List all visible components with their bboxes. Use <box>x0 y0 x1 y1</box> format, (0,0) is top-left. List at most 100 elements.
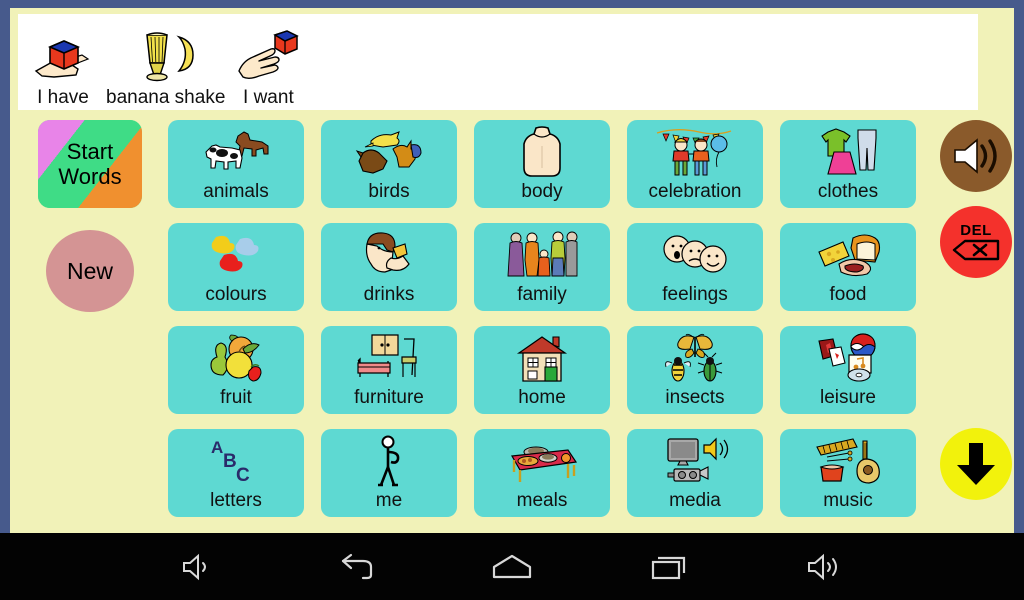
table-with-plates-icon <box>474 429 610 489</box>
category-cell-animals[interactable]: animals <box>168 120 304 208</box>
category-label: food <box>829 284 867 305</box>
recents-button[interactable] <box>634 542 704 592</box>
bed-chair-wardrobe-icon <box>321 326 457 386</box>
sentence-item-label: banana shake <box>106 87 226 108</box>
back-arrow-icon <box>342 553 373 579</box>
category-cell-family[interactable]: family <box>474 223 610 311</box>
category-cell-furniture[interactable]: furniture <box>321 326 457 414</box>
category-label: meals <box>516 490 568 511</box>
category-cell-food[interactable]: food <box>780 223 916 311</box>
category-cell-colours[interactable]: colours <box>168 223 304 311</box>
category-label: drinks <box>363 284 415 305</box>
tv-camcorder-icon <box>627 429 763 489</box>
horse-cow-icon <box>168 120 304 180</box>
category-cell-music[interactable]: music <box>780 429 916 517</box>
category-cell-leisure[interactable]: leisure <box>780 326 916 414</box>
category-cell-media[interactable]: media <box>627 429 763 517</box>
category-label: home <box>518 387 566 408</box>
category-label: fruit <box>220 387 252 408</box>
category-label: family <box>517 284 567 305</box>
category-label: insects <box>665 387 725 408</box>
ball-cards-cd-icon <box>780 326 916 386</box>
category-grid: animals birds body celebration clothes c… <box>168 120 916 517</box>
category-label: me <box>375 490 403 511</box>
new-button-label: New <box>66 257 113 284</box>
category-cell-drinks[interactable]: drinks <box>321 223 457 311</box>
sentence-item[interactable]: I want <box>231 18 305 110</box>
fruit-pile-icon <box>168 326 304 386</box>
back-button[interactable] <box>320 542 390 592</box>
milkshake-banana-icon <box>131 28 201 86</box>
device-frame: I have banana shake I want Start Words N… <box>0 0 1024 533</box>
volume-down-button[interactable] <box>163 542 233 592</box>
family-group-icon <box>474 223 610 283</box>
abc-letter-c: C <box>236 465 250 485</box>
category-cell-home[interactable]: home <box>474 326 610 414</box>
backspace-icon <box>952 239 1000 261</box>
sentence-bar[interactable]: I have banana shake I want <box>18 14 978 110</box>
speak-button[interactable] <box>940 120 1012 192</box>
category-cell-birds[interactable]: birds <box>321 120 457 208</box>
right-sidebar: DEL <box>940 120 1020 500</box>
category-cell-fruit[interactable]: fruit <box>168 326 304 414</box>
xylophone-drum-guitar-icon <box>780 429 916 489</box>
category-label: colours <box>205 284 267 305</box>
category-label: birds <box>368 181 410 202</box>
category-label: animals <box>203 181 269 202</box>
app-screen: I have banana shake I want Start Words N… <box>10 8 1014 533</box>
bread-cheese-meat-icon <box>780 223 916 283</box>
category-label: furniture <box>354 387 424 408</box>
category-cell-feelings[interactable]: feelings <box>627 223 763 311</box>
category-label: letters <box>210 490 262 511</box>
category-cell-body[interactable]: body <box>474 120 610 208</box>
torso-icon <box>474 120 610 180</box>
home-button[interactable] <box>477 542 547 592</box>
android-navigation-bar <box>0 533 1024 600</box>
new-button[interactable]: New <box>46 230 134 312</box>
category-label: leisure <box>820 387 876 408</box>
person-drinking-icon <box>321 223 457 283</box>
abc-letter-a: A <box>211 438 223 457</box>
start-words-button[interactable]: Start Words <box>38 120 142 208</box>
three-faces-icon <box>627 223 763 283</box>
sentence-item[interactable]: I have <box>26 18 100 110</box>
recent-apps-icon <box>651 556 685 579</box>
category-label: clothes <box>817 181 879 202</box>
volume-up-icon <box>807 553 837 580</box>
abc-letter-b: B <box>223 451 237 472</box>
category-cell-clothes[interactable]: clothes <box>780 120 916 208</box>
delete-button-label: DEL <box>960 222 992 239</box>
start-words-line1: Start <box>66 139 114 164</box>
butterfly-bee-beetle-icon <box>627 326 763 386</box>
category-cell-celebration[interactable]: celebration <box>627 120 763 208</box>
category-label: body <box>521 181 563 202</box>
category-label: feelings <box>662 284 728 305</box>
category-cell-meals[interactable]: meals <box>474 429 610 517</box>
paint-blobs-icon <box>168 223 304 283</box>
birds-icon <box>321 120 457 180</box>
sentence-item-label: I have <box>37 87 89 108</box>
scroll-down-button[interactable] <box>940 428 1012 500</box>
speaker-icon <box>954 138 997 174</box>
house-icon <box>474 326 610 386</box>
party-children-balloon-icon <box>627 120 763 180</box>
left-sidebar: Start Words New <box>28 120 156 312</box>
hand-holding-cube-icon <box>32 28 94 86</box>
category-label: media <box>669 490 721 511</box>
category-cell-insects[interactable]: insects <box>627 326 763 414</box>
sentence-item-label: I want <box>243 87 294 108</box>
category-cell-me[interactable]: me <box>321 429 457 517</box>
sentence-item[interactable]: banana shake <box>100 18 231 110</box>
arrow-down-icon <box>957 443 995 485</box>
home-icon <box>492 554 532 578</box>
stick-figure-icon <box>321 429 457 489</box>
start-words-line2: Words <box>58 164 122 189</box>
category-label: celebration <box>648 181 742 202</box>
category-label: music <box>823 490 873 511</box>
hand-reaching-cube-icon <box>237 28 300 86</box>
volume-down-icon <box>183 553 207 580</box>
delete-button[interactable]: DEL <box>940 206 1012 278</box>
volume-up-button[interactable] <box>791 542 861 592</box>
abc-letters-icon: A B C <box>168 429 304 489</box>
category-cell-letters[interactable]: A B C letters <box>168 429 304 517</box>
